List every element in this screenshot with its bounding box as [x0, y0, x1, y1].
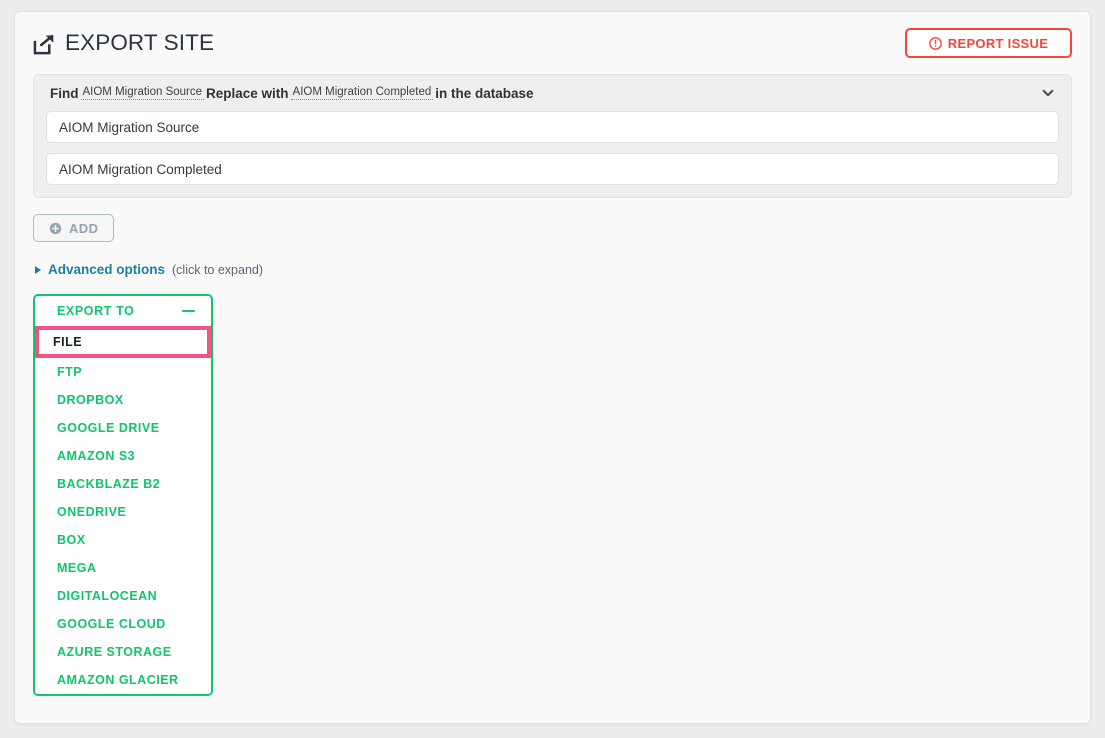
title-wrap: EXPORT SITE: [33, 30, 214, 56]
find-replace-fields: [34, 111, 1071, 197]
find-value-token: AIOM Migration Source: [80, 86, 205, 100]
exclamation-circle-icon: [928, 36, 942, 50]
export-option-label: DIGITALOCEAN: [57, 589, 158, 603]
card-header: EXPORT SITE REPORT ISSUE: [15, 12, 1090, 74]
export-option-box[interactable]: BOX: [35, 526, 211, 554]
export-option-backblaze-b2[interactable]: BACKBLAZE B2: [35, 470, 211, 498]
export-option-label: ONEDRIVE: [57, 505, 127, 519]
report-issue-button[interactable]: REPORT ISSUE: [905, 28, 1072, 58]
export-to-header[interactable]: EXPORT TO: [35, 296, 211, 326]
find-replace-panel: Find AIOM Migration Source Replace with …: [33, 74, 1072, 198]
add-button-label: ADD: [69, 220, 99, 236]
page-root: EXPORT SITE REPORT ISSUE Find AIOM Migra…: [0, 0, 1105, 738]
export-option-ftp[interactable]: FTP: [35, 358, 211, 386]
export-option-label: GOOGLE CLOUD: [57, 617, 166, 631]
export-option-label: AZURE STORAGE: [57, 645, 172, 659]
advanced-options-link[interactable]: Advanced options: [48, 262, 165, 277]
page-title: EXPORT SITE: [65, 30, 215, 55]
export-option-label: DROPBOX: [57, 393, 124, 407]
advanced-options-hint: (click to expand): [172, 262, 264, 277]
export-option-label: GOOGLE DRIVE: [57, 421, 160, 435]
share-export-icon: [33, 31, 56, 55]
export-option-label: BOX: [57, 533, 86, 547]
export-option-label: AMAZON S3: [57, 449, 136, 463]
card-body: Find AIOM Migration Source Replace with …: [15, 74, 1090, 696]
advanced-options-row[interactable]: Advanced options (click to expand): [33, 262, 1072, 277]
export-option-google-drive[interactable]: GOOGLE DRIVE: [35, 414, 211, 442]
export-option-file[interactable]: FILE: [35, 326, 211, 358]
export-to-heading: EXPORT TO: [57, 304, 135, 318]
replace-label: Replace with: [206, 85, 289, 101]
export-option-amazon-s3[interactable]: AMAZON S3: [35, 442, 211, 470]
replace-input[interactable]: [46, 153, 1059, 185]
minus-icon[interactable]: [182, 310, 195, 312]
report-issue-label: REPORT ISSUE: [947, 35, 1049, 51]
replace-value-token: AIOM Migration Completed: [290, 86, 434, 100]
add-button[interactable]: ADD: [33, 214, 115, 242]
export-option-amazon-glacier[interactable]: AMAZON GLACIER: [35, 666, 211, 694]
export-option-dropbox[interactable]: DROPBOX: [35, 386, 211, 414]
export-option-label: MEGA: [57, 561, 97, 575]
caret-right-icon: [35, 265, 41, 274]
export-option-digitalocean[interactable]: DIGITALOCEAN: [35, 582, 211, 610]
export-to-list: FILE FTP DROPBOX GOOGLE DRIVE AMAZON S3 BACKB…: [35, 326, 211, 694]
export-option-label: BACKBLAZE B2: [57, 477, 161, 491]
export-option-onedrive[interactable]: ONEDRIVE: [35, 498, 211, 526]
plus-circle-icon: [49, 222, 62, 235]
export-option-google-cloud[interactable]: GOOGLE CLOUD: [35, 610, 211, 638]
export-option-mega[interactable]: MEGA: [35, 554, 211, 582]
export-option-label: FTP: [57, 365, 83, 379]
find-replace-summary[interactable]: Find AIOM Migration Source Replace with …: [34, 75, 1071, 111]
export-option-label: AMAZON GLACIER: [57, 673, 179, 687]
find-input[interactable]: [46, 111, 1059, 143]
find-label: Find: [50, 85, 79, 101]
export-site-card: EXPORT SITE REPORT ISSUE Find AIOM Migra…: [14, 11, 1091, 724]
summary-suffix: in the database: [435, 85, 534, 101]
export-option-azure-storage[interactable]: AZURE STORAGE: [35, 638, 211, 666]
export-to-panel: EXPORT TO FILE FTP DROPBOX GOOGLE DRIVE AMAZ…: [33, 294, 213, 696]
export-option-label: FILE: [53, 335, 83, 349]
